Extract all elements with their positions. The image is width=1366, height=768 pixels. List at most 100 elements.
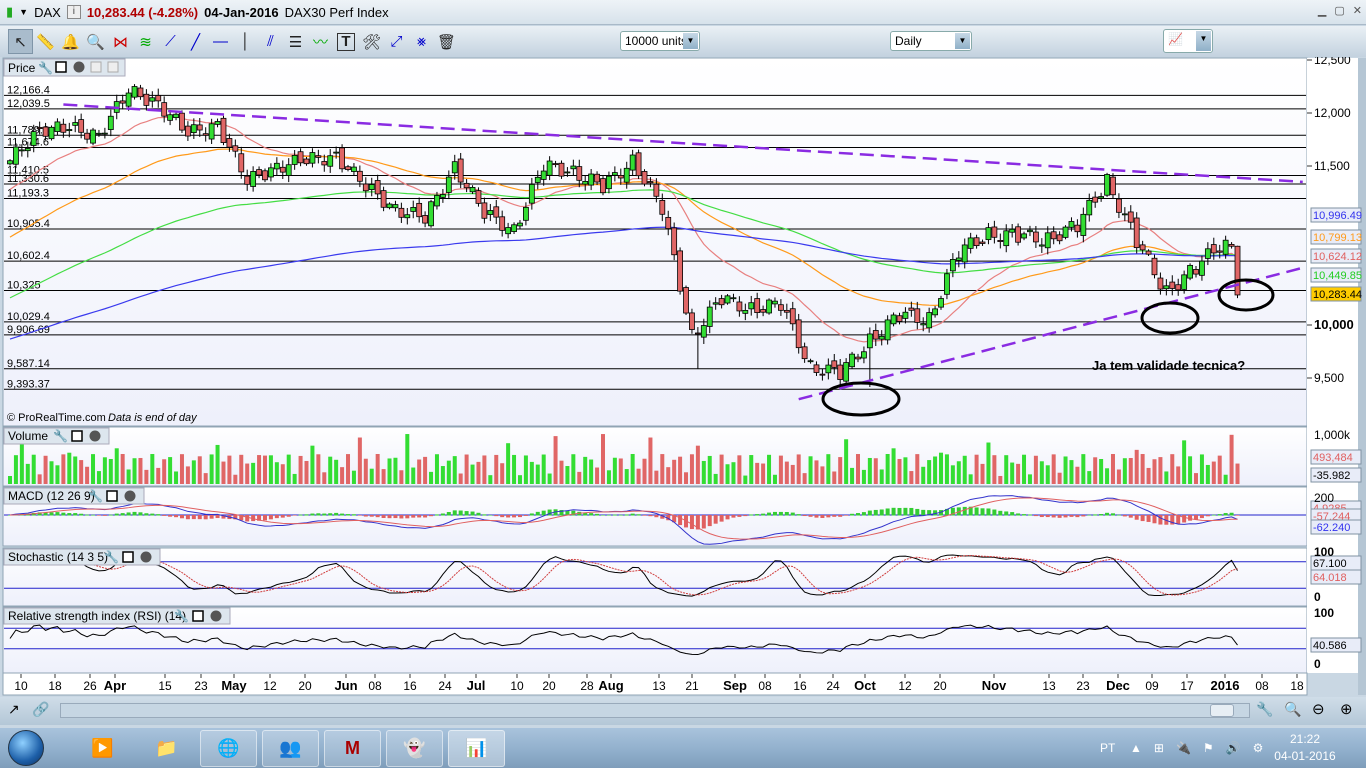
fibonacci-icon[interactable]: ☰: [283, 29, 308, 54]
macd-histogram-bar: [796, 514, 801, 516]
triangle-pattern-icon[interactable]: ⋈: [108, 29, 133, 54]
scrollbar-vertical[interactable]: [1358, 58, 1366, 695]
candle: [694, 332, 701, 335]
mcafee-icon[interactable]: M: [324, 730, 381, 767]
alarm-bell-icon[interactable]: 🔔: [58, 29, 83, 54]
ghost-app-icon[interactable]: 👻: [386, 730, 443, 767]
macd-histogram-bar: [1134, 515, 1139, 520]
close-panel-icon[interactable]: [140, 551, 152, 563]
close-panel-icon[interactable]: [73, 61, 85, 73]
candle: [179, 112, 185, 131]
dropdown-arrow-icon[interactable]: ▼: [19, 7, 28, 17]
chart-settings-icon[interactable]: 🔧: [1256, 701, 1273, 718]
window-icon[interactable]: [106, 490, 118, 502]
media-player-icon[interactable]: ▶️: [74, 730, 131, 767]
wrench-icon[interactable]: 🔧: [104, 549, 119, 564]
candle: [356, 170, 363, 182]
system-tray: ▲ ⊞ 🔌 ⚑ 🔊 ⚙: [1130, 728, 1263, 768]
volume-bar: [808, 456, 813, 484]
minimize-icon[interactable]: ▁: [1318, 4, 1326, 17]
start-button[interactable]: [8, 730, 44, 766]
show-hidden-icons-icon[interactable]: ▲: [1130, 741, 1142, 755]
candle: [184, 125, 191, 137]
add-indicator-button[interactable]: 📈 ▼: [1163, 29, 1213, 53]
scroll-thumb[interactable]: [1210, 704, 1234, 717]
maximize-icon[interactable]: ▢: [1334, 4, 1344, 17]
messenger-icon[interactable]: 👥: [262, 730, 319, 767]
cross-line-icon[interactable]: ⨳: [409, 29, 434, 54]
wrench-icon[interactable]: 🔧: [88, 488, 103, 503]
magnifier-icon[interactable]: 🔍: [83, 29, 108, 54]
candle: [232, 145, 239, 152]
volume-bar: [8, 476, 12, 484]
price-level-label: 10,029.4: [7, 311, 50, 323]
move-down-icon[interactable]: [90, 61, 102, 73]
candle: [143, 93, 150, 106]
units-select[interactable]: 10000 units ▼: [620, 31, 700, 51]
prorealtime-icon[interactable]: 📊: [448, 730, 505, 767]
horizontal-scrollbar[interactable]: [60, 703, 1250, 718]
ruler-icon[interactable]: 📏: [33, 29, 58, 54]
power-icon[interactable]: 🔌: [1176, 741, 1191, 755]
close-panel-icon[interactable]: [124, 490, 136, 502]
close-panel-icon[interactable]: [210, 610, 222, 622]
info-icon[interactable]: i: [66, 5, 81, 19]
move-up-icon[interactable]: [107, 61, 119, 73]
volume-icon[interactable]: 🔊: [1226, 741, 1241, 755]
file-explorer-icon[interactable]: 📁: [138, 730, 195, 767]
windows-icon[interactable]: ⊞: [1154, 741, 1164, 755]
candle: [564, 171, 571, 174]
close-panel-icon[interactable]: [89, 430, 101, 442]
symbol[interactable]: DAX: [34, 5, 61, 20]
language-indicator[interactable]: PT: [1100, 728, 1115, 768]
candle: [712, 302, 719, 305]
link-icon[interactable]: 🔗: [32, 701, 49, 718]
macd-histogram-bar: [191, 515, 196, 520]
candle: [677, 250, 683, 292]
trash-icon[interactable]: 🗑: [434, 29, 459, 54]
flag-icon[interactable]: ⚑: [1203, 741, 1214, 755]
price-tick-label: 12,500: [1314, 57, 1351, 67]
candle: [973, 237, 980, 247]
macd-histogram-bar: [1110, 513, 1115, 516]
refresh-chart-icon[interactable]: ↗: [8, 701, 20, 718]
chrome-icon[interactable]: 🌐: [200, 730, 257, 767]
volume-bar: [440, 466, 445, 484]
zoom-out-icon[interactable]: ⊖: [1312, 700, 1325, 718]
window-icon[interactable]: [55, 61, 67, 73]
segment-icon[interactable]: ⟋: [158, 29, 183, 54]
window-icon[interactable]: [122, 551, 134, 563]
text-tool-icon[interactable]: T: [337, 32, 355, 51]
zoom-in-icon[interactable]: ⊕: [1340, 700, 1353, 718]
network-icon[interactable]: ⚙: [1253, 741, 1264, 755]
volume-bar: [1116, 469, 1121, 484]
zoom-auto-icon[interactable]: 🔍: [1284, 701, 1301, 718]
annotation-text[interactable]: Ja tem validade tecnica?: [1092, 358, 1245, 373]
date-label: 08: [758, 679, 772, 693]
extend-line-icon[interactable]: ⤢: [384, 29, 409, 54]
line-icon[interactable]: ╱: [183, 29, 208, 54]
parallel-lines-icon[interactable]: ⫽: [258, 29, 283, 54]
macd-histogram-bar: [215, 515, 220, 519]
horizontal-line-icon[interactable]: —: [208, 29, 233, 54]
candle: [374, 180, 381, 195]
timeframe-select[interactable]: Daily ▼: [890, 31, 972, 51]
window-icon[interactable]: [192, 610, 204, 622]
macd-histogram-bar: [351, 514, 356, 516]
vertical-line-icon[interactable]: │: [233, 29, 258, 54]
tools-icon[interactable]: 🛠: [359, 29, 384, 54]
window-icon[interactable]: [71, 430, 83, 442]
volume-bar: [731, 462, 736, 484]
chart-area[interactable]: 12,166.412,039.511,789.811,674.611,410.5…: [0, 57, 1366, 697]
volume-bar: [630, 454, 635, 484]
close-icon[interactable]: ✕: [1353, 4, 1362, 17]
channel-pattern-icon[interactable]: ≋: [133, 29, 158, 54]
wrench-icon[interactable]: 🔧: [38, 60, 53, 75]
candle: [872, 330, 879, 340]
wrench-icon[interactable]: 🔧: [53, 428, 68, 443]
pointer-icon[interactable]: ↖: [8, 29, 33, 54]
regression-channel-icon[interactable]: 〰: [308, 29, 333, 54]
clock[interactable]: 21:22 04-01-2016: [1270, 728, 1340, 768]
candle: [428, 201, 434, 227]
wrench-icon[interactable]: 🔧: [174, 608, 189, 623]
